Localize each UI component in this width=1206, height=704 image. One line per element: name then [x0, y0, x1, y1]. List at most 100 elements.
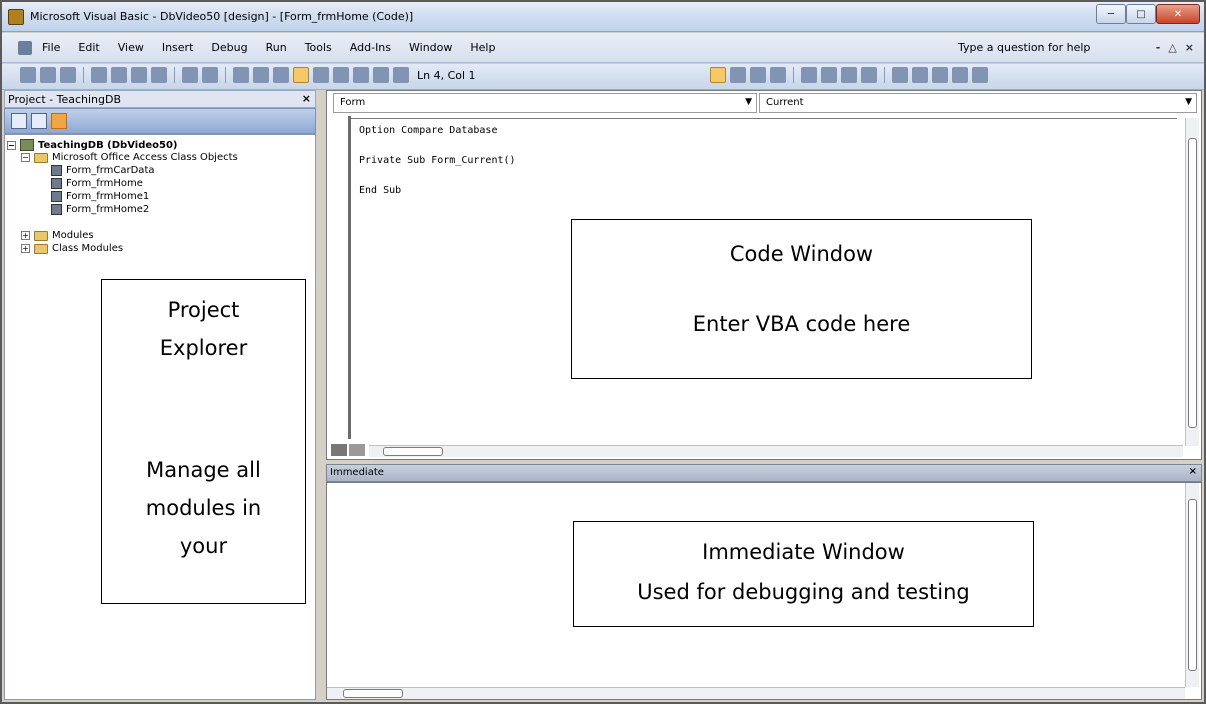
step-out-icon[interactable] [861, 67, 877, 83]
full-module-view-icon[interactable] [349, 444, 365, 456]
insert-module-icon[interactable] [40, 67, 56, 83]
quick-watch-icon[interactable] [952, 67, 968, 83]
design-mode-icon-2[interactable] [710, 67, 726, 83]
tree-item-label: Form_frmHome [66, 178, 143, 189]
help-search-input[interactable]: Type a question for help [954, 39, 1114, 57]
save-icon[interactable] [60, 67, 76, 83]
chevron-down-icon[interactable]: ▼ [745, 97, 752, 107]
expand-icon[interactable]: + [21, 231, 30, 240]
menu-tools[interactable]: Tools [303, 41, 334, 54]
callout-title: Immediate Window [702, 540, 905, 564]
tree-class-objects-folder[interactable]: − Microsoft Office Access Class Objects [21, 152, 238, 163]
project-explorer-callout: Project Explorer Manage all modules in y… [101, 279, 306, 604]
watch-window-icon[interactable] [932, 67, 948, 83]
tree-item-form[interactable]: Form_frmCarData [51, 165, 155, 176]
toolbar-separator [174, 67, 175, 83]
immediate-window-title-text: Immediate [330, 467, 384, 478]
view-object-icon[interactable] [31, 113, 47, 129]
toggle-folders-icon[interactable] [51, 113, 67, 129]
window-title: Microsoft Visual Basic - DbVideo50 [desi… [30, 10, 414, 23]
mdi-minimize-button[interactable]: - [1156, 41, 1161, 54]
object-browser-icon[interactable] [353, 67, 369, 83]
close-button[interactable]: ✕ [1156, 4, 1200, 24]
menu-window[interactable]: Window [407, 41, 454, 54]
class-objects-label: Microsoft Office Access Class Objects [52, 152, 238, 163]
menu-view[interactable]: View [116, 41, 146, 54]
form-module-icon [51, 178, 62, 189]
object-dropdown-value: Form [340, 97, 366, 108]
run-icon-2[interactable] [730, 67, 746, 83]
procedure-dropdown[interactable]: Current ▼ [759, 93, 1197, 113]
collapse-icon[interactable]: − [7, 140, 16, 150]
view-code-icon[interactable] [11, 113, 27, 129]
standard-toolbar: Ln 4, Col 1 [2, 64, 1204, 90]
object-dropdown[interactable]: Form ▼ [333, 93, 757, 113]
reset-icon-2[interactable] [770, 67, 786, 83]
help-icon[interactable] [393, 67, 409, 83]
code-horizontal-scrollbar[interactable] [369, 445, 1183, 457]
break-icon-2[interactable] [750, 67, 766, 83]
code-margin[interactable] [327, 116, 351, 439]
tree-class-modules-folder[interactable]: + Class Modules [21, 243, 123, 254]
expand-icon[interactable]: + [21, 244, 30, 253]
toolbox-icon[interactable] [373, 67, 389, 83]
immediate-vertical-scrollbar[interactable] [1185, 483, 1199, 687]
properties-icon[interactable] [333, 67, 349, 83]
chevron-down-icon[interactable]: ▼ [1185, 97, 1192, 107]
reset-icon[interactable] [273, 67, 289, 83]
folder-icon [34, 243, 48, 254]
break-icon[interactable] [253, 67, 269, 83]
minimize-button[interactable]: ─ [1096, 4, 1126, 24]
window-controls: ─ □ ✕ [1096, 4, 1200, 24]
code-line: Option Compare Database [359, 125, 498, 136]
redo-icon[interactable] [202, 67, 218, 83]
scroll-thumb[interactable] [1188, 499, 1197, 671]
callout-line: Project [167, 298, 240, 322]
immediate-horizontal-scrollbar[interactable] [327, 687, 1185, 699]
code-vertical-scrollbar[interactable] [1185, 118, 1199, 446]
class-modules-label: Class Modules [52, 243, 124, 254]
paste-icon[interactable] [131, 67, 147, 83]
collapse-icon[interactable]: − [21, 153, 30, 162]
run-icon[interactable] [233, 67, 249, 83]
scroll-thumb[interactable] [383, 447, 443, 456]
call-stack-icon[interactable] [972, 67, 988, 83]
copy-icon[interactable] [111, 67, 127, 83]
menu-debug[interactable]: Debug [209, 41, 249, 54]
menu-insert[interactable]: Insert [160, 41, 196, 54]
menu-file[interactable]: File [40, 41, 62, 54]
procedure-view-icon[interactable] [331, 444, 347, 456]
step-over-icon[interactable] [841, 67, 857, 83]
undo-icon[interactable] [182, 67, 198, 83]
scroll-thumb[interactable] [343, 689, 403, 698]
mdi-restore-button[interactable]: △ [1168, 41, 1176, 54]
project-explorer-close-icon[interactable]: × [302, 92, 311, 105]
immediate-window-icon[interactable] [912, 67, 928, 83]
toggle-breakpoint-icon[interactable] [801, 67, 817, 83]
mdi-close-button[interactable]: × [1185, 41, 1194, 54]
immediate-window[interactable]: Immediate Window Used for debugging and … [326, 482, 1202, 700]
menu-help[interactable]: Help [468, 41, 497, 54]
code-editor[interactable]: Option Compare Database Private Sub Form… [351, 118, 1177, 438]
locals-window-icon[interactable] [892, 67, 908, 83]
tree-item-form[interactable]: Form_frmHome2 [51, 204, 149, 215]
menu-edit[interactable]: Edit [76, 41, 101, 54]
maximize-button[interactable]: □ [1126, 4, 1156, 24]
immediate-window-close-icon[interactable]: × [1189, 466, 1197, 477]
find-icon[interactable] [151, 67, 167, 83]
tree-modules-folder[interactable]: + Modules [21, 230, 94, 241]
tree-item-label: Form_frmHome2 [66, 204, 150, 215]
scroll-thumb[interactable] [1188, 138, 1197, 428]
menu-run[interactable]: Run [264, 41, 289, 54]
cut-icon[interactable] [91, 67, 107, 83]
view-object-icon[interactable] [20, 67, 36, 83]
design-mode-icon[interactable] [293, 67, 309, 83]
tree-item-form[interactable]: Form_frmHome [51, 178, 143, 189]
menu-add-ins[interactable]: Add-Ins [348, 41, 393, 54]
step-into-icon[interactable] [821, 67, 837, 83]
tree-item-form[interactable]: Form_frmHome1 [51, 191, 149, 202]
callout-title: Code Window [729, 242, 874, 266]
toolbar-separator [225, 67, 226, 83]
project-explorer-icon[interactable] [313, 67, 329, 83]
tree-root[interactable]: − TeachingDB (DbVideo50) [7, 139, 178, 151]
